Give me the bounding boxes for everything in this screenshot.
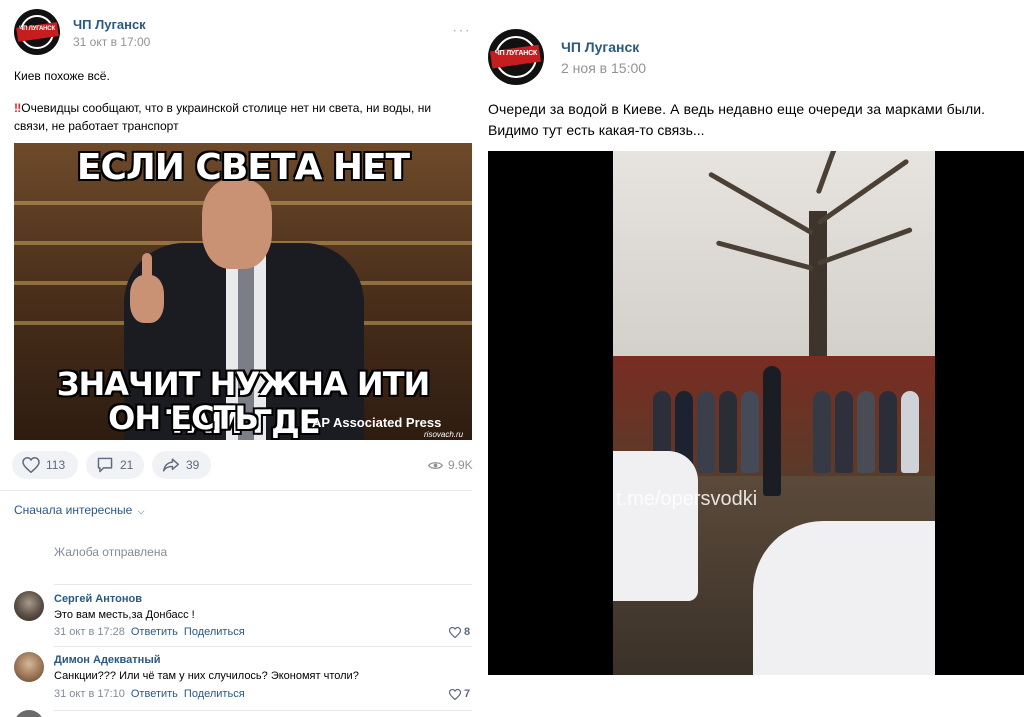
person-in-queue (697, 391, 715, 473)
chevron-down-icon: ⌵ (137, 506, 145, 516)
meme-ap-watermark: AP Associated Press (312, 415, 442, 430)
comment-avatar[interactable] (14, 591, 44, 621)
meme-hand (130, 275, 164, 323)
comment-text: Санкции??? Или чё там у них случилось? Э… (54, 670, 359, 682)
comment-icon (97, 457, 113, 473)
views-counter: 9.9K (428, 458, 473, 472)
video-player[interactable]: t.me/opersvodki (488, 151, 1024, 675)
right-group-name[interactable]: ЧП Луганск (561, 39, 639, 55)
more-dots-icon[interactable]: ··· (452, 22, 471, 40)
person-in-queue (813, 391, 831, 473)
left-post: ЧП ЛУГАНСК ЧП Луганск 31 окт в 17:00 ···… (0, 0, 488, 717)
comment-sort-selector[interactable]: Сначала интересные ⌵ (14, 503, 144, 517)
person-in-queue (741, 391, 759, 473)
comment-meta: 31 окт в 17:10 Ответить Поделиться (54, 688, 245, 700)
comment-avatar[interactable] (14, 710, 44, 717)
person-in-queue (901, 391, 919, 473)
parked-car (753, 521, 935, 675)
parked-car (613, 451, 698, 601)
comment-avatar[interactable] (14, 652, 44, 682)
reply-link[interactable]: Ответить (131, 688, 178, 700)
meme-head (202, 179, 272, 269)
person-in-queue (857, 391, 875, 473)
meme-caption-bottom-2: ОН ЕСТЬ (108, 399, 259, 437)
avatar-text: ЧП ЛУГАНСК (494, 50, 538, 58)
person-in-queue (879, 391, 897, 473)
comment-like-count: 7 (464, 688, 471, 700)
meme-caption-top: ЕСЛИ СВЕТА НЕТ (76, 147, 410, 188)
tree-branch (817, 226, 913, 266)
heart-icon (449, 688, 461, 700)
share-icon (163, 458, 179, 472)
comment-count: 21 (120, 458, 134, 472)
left-group-name[interactable]: ЧП Луганск (73, 17, 146, 32)
comment-like-count: 8 (464, 626, 471, 638)
tree-branch (707, 171, 815, 236)
like-count: 113 (46, 458, 66, 472)
left-post-text-3: связи, не работает транспорт (14, 119, 179, 133)
actions-divider (0, 490, 472, 491)
share-count: 39 (186, 458, 200, 472)
tree-branch (816, 158, 910, 226)
complaint-sent-notice: Жалоба отправлена (54, 545, 168, 559)
right-post-text-1: Очереди за водой в Киеве. А ведь недавно… (488, 101, 986, 117)
share-button[interactable]: 39 (152, 451, 211, 479)
left-post-text-1: Киев похоже всё. (14, 69, 110, 83)
comment-divider (54, 646, 472, 647)
like-button[interactable]: 113 (12, 451, 78, 479)
share-link[interactable]: Поделиться (184, 626, 245, 638)
right-post-time[interactable]: 2 ноя в 15:00 (561, 60, 646, 76)
screen: ЧП ЛУГАНСК ЧП Луганск 31 окт в 17:00 ···… (0, 0, 1024, 717)
share-link[interactable]: Поделиться (184, 688, 245, 700)
left-post-text-2: ‼Очевидцы сообщают, что в украинской сто… (14, 101, 431, 115)
comment-time[interactable]: 31 окт в 17:10 (54, 688, 125, 700)
heart-icon (449, 626, 461, 638)
left-group-avatar[interactable]: ЧП ЛУГАНСК (14, 9, 60, 55)
sort-label: Сначала интересные (14, 503, 133, 517)
tree-branch (815, 151, 848, 195)
tree-trunk (809, 211, 827, 371)
person-in-queue (719, 391, 737, 473)
right-post-text-2: Видимо тут есть какая-то связь... (488, 122, 705, 138)
comment-like-button[interactable]: 8 (449, 626, 470, 638)
views-count: 9.9K (448, 458, 473, 472)
comment-author[interactable]: Сергей Антонов (54, 593, 142, 605)
comment-like-button[interactable]: 7 (449, 688, 470, 700)
left-post-text-2-body: Очевидцы сообщают, что в украинской стол… (21, 101, 432, 115)
meme-site-watermark: risovach.ru (424, 430, 464, 439)
heart-icon (22, 457, 40, 473)
reply-link[interactable]: Ответить (131, 626, 178, 638)
person-in-queue (763, 366, 781, 496)
comment-meta: 31 окт в 17:28 Ответить Поделиться (54, 626, 245, 638)
person-in-queue (835, 391, 853, 473)
comment-author[interactable]: Димон Адекватный (54, 654, 160, 666)
video-watermark: t.me/opersvodki (616, 488, 758, 510)
avatar-text: ЧП ЛУГАНСК (19, 26, 55, 33)
tree-branch (715, 240, 814, 271)
right-group-avatar[interactable]: ЧП ЛУГАНСК (488, 29, 544, 85)
left-post-time[interactable]: 31 окт в 17:00 (73, 35, 150, 49)
comment-divider (54, 710, 472, 711)
comment-time[interactable]: 31 окт в 17:28 (54, 626, 125, 638)
eye-icon (428, 461, 443, 469)
comment-button[interactable]: 21 (86, 451, 144, 479)
video-frame: t.me/opersvodki (613, 151, 935, 675)
comment-divider (54, 584, 472, 585)
comment-text: Это вам месть,за Донбасс ! (54, 609, 195, 621)
meme-image[interactable]: ЕСЛИ СВЕТА НЕТ ЗНАЧИТ НУЖНА ИТИ ТАМ ГДЕ … (14, 143, 472, 440)
